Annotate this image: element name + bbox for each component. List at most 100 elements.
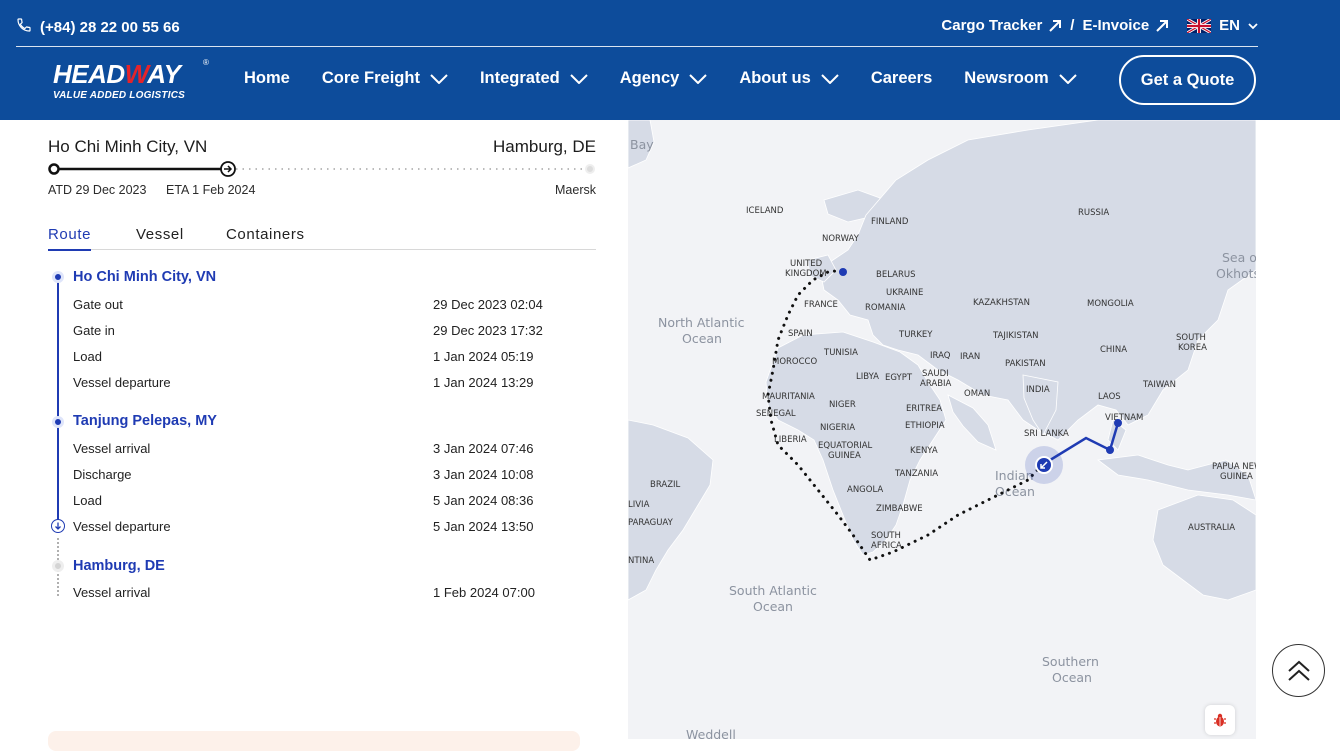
cargo-tracker-link[interactable]: Cargo Tracker — [941, 17, 1062, 34]
map-label-morocco: MOROCCO — [772, 357, 817, 367]
route-event-time: 5 Jan 2024 08:36 — [433, 493, 534, 508]
top-bar: (+84) 28 22 00 55 66 Cargo Tracker / E-I… — [16, 0, 1258, 47]
nav-home-label: Home — [244, 69, 290, 87]
chevron-down-icon — [1058, 73, 1077, 84]
route-event-name: Vessel arrival — [73, 585, 151, 600]
logo-part-w: W — [124, 59, 148, 89]
map-label-kazakhstan: KAZAKHSTAN — [973, 298, 1030, 308]
timeline-node — [52, 271, 64, 283]
phone-number: (+84) 28 22 00 55 66 — [40, 18, 180, 36]
headway-logo[interactable]: HEADWAY ® VALUE ADDED LOGISTICS — [53, 58, 209, 101]
map-label-russia: RUSSIA — [1078, 208, 1109, 218]
cargo-tracker-label: Cargo Tracker — [941, 17, 1043, 34]
chevron-down-icon — [1248, 22, 1258, 29]
nav-core-freight-label: Core Freight — [321, 69, 420, 87]
nav-core-freight[interactable]: Core Freight — [322, 69, 448, 88]
map-label-france: FRANCE — [804, 300, 838, 310]
chevron-down-icon — [569, 73, 588, 84]
nav-careers-label: Careers — [870, 69, 933, 87]
map-marker-origin[interactable] — [1114, 419, 1122, 427]
map-label-angola: ANGOLA — [847, 485, 883, 495]
promo-card — [48, 731, 580, 751]
eta-label: ETA 1 Feb 2024 — [166, 183, 256, 197]
route-event-time: 29 Dec 2023 02:04 — [433, 297, 543, 312]
e-invoice-label: E-Invoice — [1082, 17, 1150, 34]
main-nav: Home Core Freight Integrated Agency Abou… — [244, 69, 1109, 88]
map-label-saudi: SAUDI — [922, 369, 949, 379]
map-label-tanzania: TANZANIA — [894, 469, 938, 479]
map-label-bay: Bay — [630, 137, 654, 152]
map-label-south-korea-2: KOREA — [1178, 343, 1207, 353]
atd-label: ATD 29 Dec 2023 — [48, 183, 147, 197]
map-label-southern: Southern — [1042, 654, 1099, 669]
nav-about-us[interactable]: About us — [739, 69, 839, 88]
nav-agency[interactable]: Agency — [620, 69, 708, 88]
details-tabs: Route Vessel Containers — [48, 226, 596, 251]
map-label-australia: AUSTRALIA — [1188, 523, 1235, 533]
map-label-uk: UNITED — [790, 259, 823, 269]
route-event-name: Load — [73, 493, 102, 508]
timeline-node — [52, 416, 64, 428]
route-event-time: 1 Jan 2024 13:29 — [433, 375, 534, 390]
route-port-name: Tanjung Pelepas, MY — [73, 413, 217, 429]
top-links: Cargo Tracker / E-Invoice EN — [941, 17, 1258, 34]
route-event-name: Load — [73, 349, 102, 364]
nav-integrated[interactable]: Integrated — [480, 69, 588, 88]
map-label-papua-new: PAPUA NEW — [1212, 462, 1256, 472]
language-selector[interactable]: EN — [1187, 17, 1258, 34]
logo-tagline: VALUE ADDED LOGISTICS — [53, 90, 185, 101]
phone-link[interactable]: (+84) 28 22 00 55 66 — [16, 17, 180, 37]
nav-home[interactable]: Home — [244, 69, 290, 88]
map-label-iran: IRAN — [960, 352, 980, 362]
tab-containers[interactable]: Containers — [226, 226, 305, 243]
map-label-egypt: EGYPT — [885, 373, 913, 383]
bug-report-button[interactable] — [1205, 705, 1235, 735]
scroll-to-top-button[interactable] — [1272, 644, 1325, 697]
map-label-liberia: LIBERIA — [774, 435, 807, 445]
uk-flag-icon — [1187, 18, 1212, 33]
site-header: (+84) 28 22 00 55 66 Cargo Tracker / E-I… — [0, 0, 1340, 120]
world-map: Bay North Atlantic Ocean South Atlantic … — [628, 120, 1256, 739]
map-label-norway: NORWAY — [822, 234, 860, 244]
logo-registered-mark: ® — [203, 58, 209, 67]
map-label-north-atlantic: North Atlantic — [658, 315, 745, 330]
map-label-tunisia: TUNISIA — [823, 348, 858, 358]
logo-part-a: HEAD — [53, 59, 125, 89]
route-event-name: Vessel arrival — [73, 441, 151, 456]
language-label: EN — [1219, 17, 1240, 34]
tab-vessel[interactable]: Vessel — [136, 226, 184, 243]
get-a-quote-button[interactable]: Get a Quote — [1119, 55, 1256, 105]
map-marker-transshipment[interactable] — [1106, 446, 1114, 454]
origin-marker — [48, 163, 60, 175]
map-marker-destination[interactable] — [839, 268, 847, 276]
nav-agency-label: Agency — [619, 69, 680, 87]
map-label-south-korea: SOUTH — [1176, 333, 1206, 343]
double-chevron-up-icon — [1287, 660, 1310, 681]
chevron-down-icon — [430, 73, 448, 84]
map-label-spain: SPAIN — [788, 329, 813, 339]
logo-wordmark: HEADWAY — [53, 60, 185, 88]
route-event-name: Gate out — [73, 297, 123, 312]
e-invoice-link[interactable]: E-Invoice — [1082, 17, 1169, 34]
nav-newsroom-label: Newsroom — [964, 69, 1049, 87]
route-map[interactable]: Bay North Atlantic Ocean South Atlantic … — [628, 120, 1256, 739]
map-label-tajikistan: TAJIKISTAN — [992, 331, 1039, 341]
map-label-guinea: GUINEA — [828, 451, 861, 461]
map-label-north-atlantic-ocean: Ocean — [682, 331, 722, 346]
map-label-laos: LAOS — [1098, 392, 1121, 402]
route-event-time: 5 Jan 2024 13:50 — [433, 519, 534, 534]
map-label-uk-2: KINGDOM — [785, 269, 827, 279]
map-label-oman: OMAN — [964, 389, 990, 399]
carrier-label: Maersk — [555, 183, 596, 197]
nav-newsroom[interactable]: Newsroom — [964, 69, 1077, 88]
map-label-arabia: ARABIA — [920, 379, 952, 389]
phone-icon — [16, 17, 32, 37]
map-label-sri-lanka: SRI LANKA — [1024, 429, 1069, 439]
map-label-nigeria: NIGERIA — [820, 423, 855, 433]
nav-careers[interactable]: Careers — [871, 69, 932, 88]
map-label-romania: ROMANIA — [865, 303, 906, 313]
tab-route[interactable]: Route — [48, 226, 92, 251]
route-timeline: Ho Chi Minh City, VN Gate out 29 Dec 202… — [48, 266, 596, 606]
route-event-time: 3 Jan 2024 10:08 — [433, 467, 534, 482]
route-event-time: 1 Jan 2024 05:19 — [433, 349, 534, 364]
